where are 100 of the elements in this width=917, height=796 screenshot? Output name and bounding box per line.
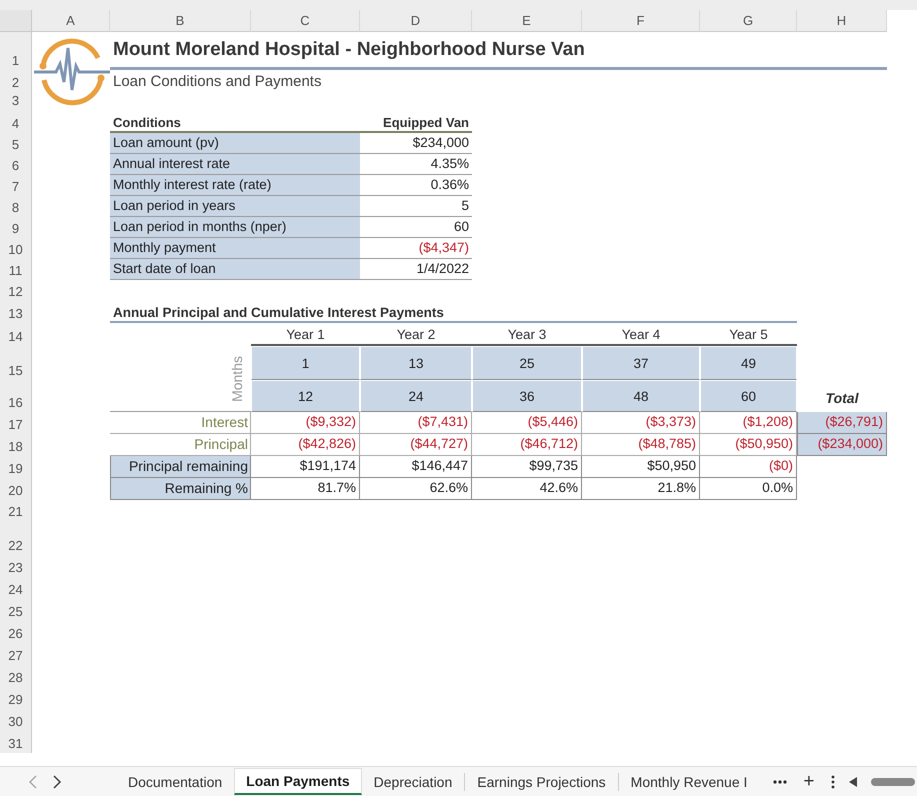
table-cell: 81.7% [251, 478, 360, 500]
row-header[interactable]: 29 [0, 687, 32, 709]
table-cell: 0.0% [700, 478, 797, 500]
start-month-cell: 1 [251, 346, 360, 380]
row-header[interactable]: 13 [0, 301, 32, 323]
column-header[interactable]: F [582, 10, 700, 32]
payment-row-label: Remaining % [110, 478, 251, 500]
row-header[interactable]: 7 [0, 175, 32, 196]
more-icon[interactable] [773, 780, 788, 784]
row-header[interactable]: 19 [0, 456, 32, 478]
row-header[interactable]: 15 [0, 346, 32, 380]
table-cell: ($5,446) [472, 412, 582, 434]
start-month-cell: 13 [360, 346, 472, 380]
row-header[interactable]: 5 [0, 133, 32, 154]
end-month-cell: 24 [360, 380, 472, 412]
end-month-cell: 60 [700, 380, 797, 412]
row-header[interactable]: 4 [0, 110, 32, 133]
row-header[interactable]: 8 [0, 196, 32, 217]
total-cell: ($26,791) [797, 412, 887, 434]
table-cell: ($44,727) [360, 434, 472, 456]
row-header[interactable]: 31 [0, 731, 32, 753]
column-header[interactable]: G [700, 10, 797, 32]
equipped-van-header: Equipped Van [360, 110, 472, 133]
row-header[interactable]: 22 [0, 521, 32, 555]
row-header[interactable]: 30 [0, 709, 32, 731]
payments-title: Annual Principal and Cumulative Interest Payments [110, 305, 797, 323]
row-header[interactable]: 12 [0, 280, 32, 301]
row-header[interactable]: 24 [0, 577, 32, 599]
sheet-tab[interactable]: Documentation [116, 768, 234, 794]
sheet-subtitle: Loan Conditions and Payments [112, 72, 322, 90]
table-cell: 21.8% [582, 478, 700, 500]
row-header[interactable]: 16 [0, 380, 32, 412]
row-header[interactable]: 9 [0, 217, 32, 238]
start-month-cell: 49 [700, 346, 797, 380]
row-header[interactable]: 20 [0, 478, 32, 500]
column-header[interactable]: D [360, 10, 472, 32]
row-header[interactable]: 18 [0, 434, 32, 456]
sheet-tab[interactable]: Earnings Projections [465, 768, 618, 794]
table-cell: $191,174 [251, 456, 360, 478]
row-header[interactable]: 25 [0, 599, 32, 621]
total-header: Total [824, 389, 860, 408]
row-header[interactable]: 17 [0, 412, 32, 434]
table-cell: ($3,373) [582, 412, 700, 434]
sheet-tab[interactable]: Depreciation [362, 768, 464, 794]
start-month-cell: 37 [582, 346, 700, 380]
row-header[interactable]: 10 [0, 238, 32, 259]
condition-label: Start date of loan [110, 259, 360, 280]
condition-value: $234,000 [360, 133, 472, 154]
row-header[interactable]: 3 [0, 92, 32, 110]
chevron-right-icon[interactable] [52, 774, 62, 788]
sheet-title: Mount Moreland Hospital - Neighborhood Nurse Van [110, 39, 887, 70]
row-header[interactable]: 21 [0, 500, 32, 521]
condition-label: Loan period in years [110, 196, 360, 217]
row-header[interactable]: 6 [0, 154, 32, 175]
condition-label: Monthly payment [110, 238, 360, 259]
scroll-left-icon[interactable] [848, 776, 857, 786]
column-header[interactable]: C [251, 10, 360, 32]
table-cell: 62.6% [360, 478, 472, 500]
table-cell: ($7,431) [360, 412, 472, 434]
condition-value: 4.35% [360, 154, 472, 175]
table-cell: ($42,826) [251, 434, 360, 456]
table-cell: $99,735 [472, 456, 582, 478]
column-header[interactable]: E [472, 10, 582, 32]
sheet-tab[interactable]: Monthly Revenue I [618, 768, 760, 794]
table-cell: 42.6% [472, 478, 582, 500]
table-cell: $146,447 [360, 456, 472, 478]
table-cell: ($46,712) [472, 434, 582, 456]
table-cell: ($9,332) [251, 412, 360, 434]
column-header[interactable]: A [32, 10, 110, 32]
row-header[interactable]: 1 [0, 32, 32, 70]
start-month-cell: 25 [472, 346, 582, 380]
months-label: Months [229, 356, 245, 402]
column-header[interactable]: B [110, 10, 251, 32]
condition-label: Annual interest rate [110, 154, 360, 175]
row-header[interactable]: 23 [0, 555, 32, 577]
end-month-cell: 48 [582, 380, 700, 412]
table-cell: ($48,785) [582, 434, 700, 456]
row-header[interactable]: 14 [0, 323, 32, 346]
table-cell: $50,950 [582, 456, 700, 478]
end-month-cell: 12 [251, 380, 360, 412]
condition-value: 0.36% [360, 175, 472, 196]
payment-row-label: Principal remaining [110, 456, 251, 478]
vertical-dots-icon[interactable] [830, 774, 835, 788]
end-month-cell: 36 [472, 380, 582, 412]
total-cell: ($234,000) [797, 434, 887, 456]
row-header[interactable]: 28 [0, 665, 32, 687]
horizontal-scrollbar-thumb[interactable] [870, 778, 915, 786]
row-header[interactable]: 26 [0, 621, 32, 643]
payment-row-label: Interest [110, 412, 251, 434]
row-header[interactable]: 27 [0, 643, 32, 665]
row-header[interactable]: 11 [0, 259, 32, 280]
sheet-tab[interactable]: Loan Payments [234, 768, 362, 795]
table-cell: ($0) [700, 456, 797, 478]
row-header[interactable]: 2 [0, 70, 32, 92]
condition-value: 1/4/2022 [360, 259, 472, 280]
condition-value: 60 [360, 217, 472, 238]
column-header[interactable]: H [797, 10, 887, 32]
condition-label: Loan amount (pv) [110, 133, 360, 154]
condition-label: Monthly interest rate (rate) [110, 175, 360, 196]
add-sheet-button[interactable]: + [801, 770, 817, 792]
